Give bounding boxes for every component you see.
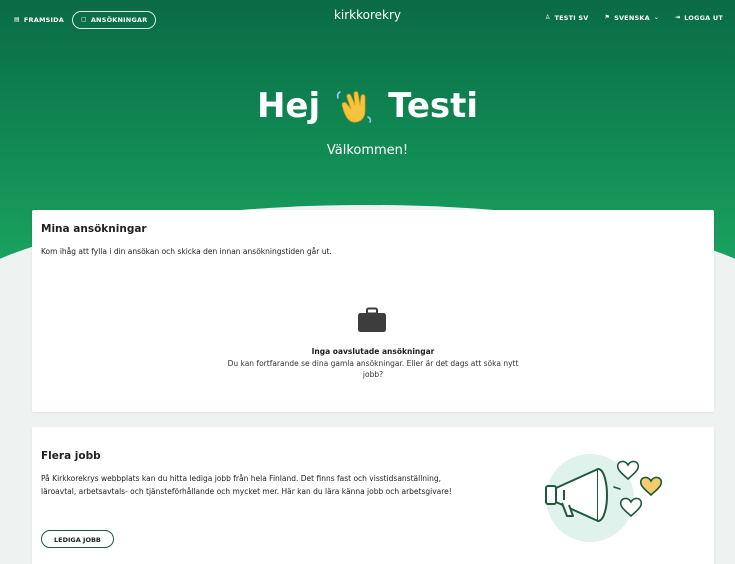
page: ▤ FRAMSIDA ▢ ANSÖKNINGAR kirkkorekry ♙ T… [0,0,735,564]
briefcase-icon [358,307,386,332]
nav-user-menu[interactable]: ♙ TESTI SV [545,14,589,22]
chevron-down-icon: ⌄ [653,14,660,21]
nav-user-label: TESTI SV [554,14,589,22]
jobs-card: Flera jobb På Kirkkorekrys webbplats kan… [32,427,714,564]
greeting-name: Testi [388,86,479,126]
top-navigation: ▤ FRAMSIDA ▢ ANSÖKNINGAR kirkkorekry ♙ T… [0,0,735,40]
applications-card: Mina ansökningar Kom ihåg att fylla i di… [32,210,714,412]
applications-reminder: Kom ihåg att fylla i din ansökan och ski… [41,247,332,256]
empty-state-title: Inga oavslutade ansökningar [311,347,435,356]
page-title: Hej Testi [0,86,735,126]
nav-logout-link[interactable]: ⇥ LOGGA UT [675,14,723,22]
nav-language-label: SVENSKA [614,14,650,22]
welcome-text: Välkommen! [326,143,409,158]
nav-right: ♙ TESTI SV ⚑ SVENSKA ⌄ ⇥ LOGGA UT [545,14,723,22]
nav-logout-label: LOGGA UT [684,14,723,22]
logout-icon: ⇥ [675,14,681,21]
greeting-hello: Hej [256,86,321,126]
waving-hand-icon [336,91,372,123]
user-icon: ♙ [544,14,551,21]
jobs-title: Flera jobb [41,450,101,462]
flag-icon: ⚑ [604,14,611,21]
jobs-text: På Kirkkorekrys webbplats kan du hitta l… [41,474,452,496]
applications-title: Mina ansökningar [41,223,147,235]
empty-state-text: Du kan fortfarande se dina gamla ansökni… [227,359,519,379]
megaphone-hearts-illustration [545,454,663,542]
nav-language-select[interactable]: ⚑ SVENSKA ⌄ [604,14,659,22]
open-jobs-button[interactable]: LEDIGA JOBB [41,530,114,548]
